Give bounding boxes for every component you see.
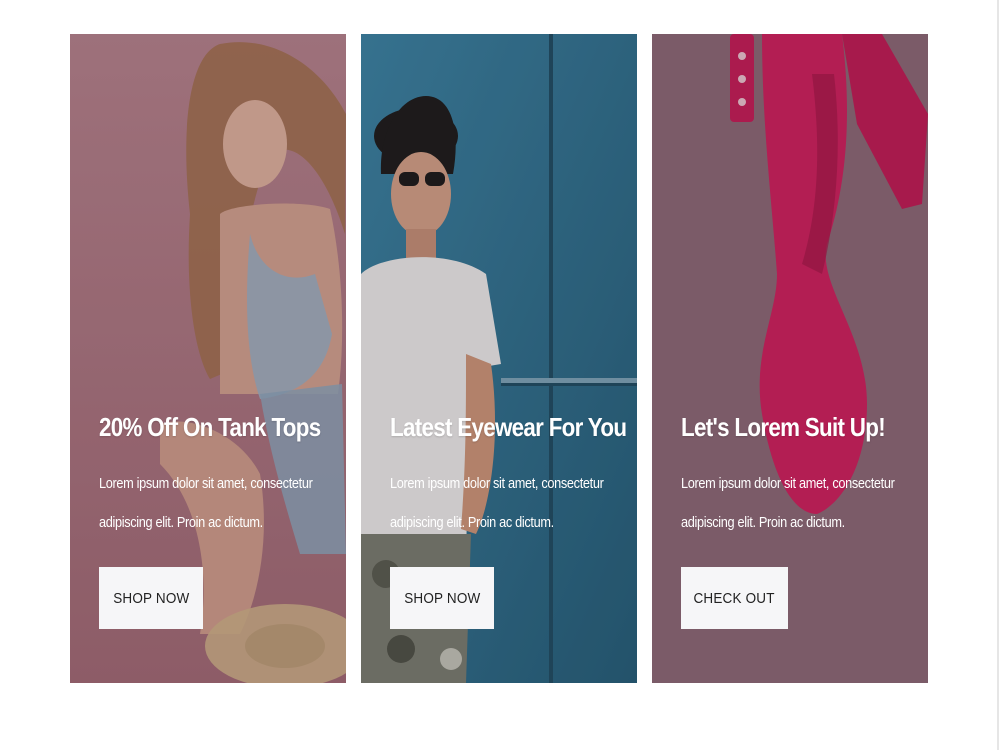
shop-now-button[interactable]: SHOP NOW: [99, 567, 203, 629]
shop-now-button[interactable]: SHOP NOW: [390, 567, 494, 629]
promo-card-eyewear: Latest Eyewear For You Lorem ipsum dolor…: [361, 34, 637, 683]
promo-card-content: Let's Lorem Suit Up! Lorem ipsum dolor s…: [681, 410, 911, 542]
promo-card-title: Latest Eyewear For You: [390, 412, 627, 442]
promo-card-description: Lorem ipsum dolor sit amet, consectetur …: [99, 475, 313, 531]
promo-card-title: Let's Lorem Suit Up!: [681, 412, 886, 442]
promo-card-description: Lorem ipsum dolor sit amet, consectetur …: [681, 475, 895, 531]
promo-card-description: Lorem ipsum dolor sit amet, consectetur …: [390, 475, 604, 531]
page-edge-divider: [997, 0, 999, 750]
promo-section: 20% Off On Tank Tops Lorem ipsum dolor s…: [0, 0, 1000, 750]
promo-card-tank-tops: 20% Off On Tank Tops Lorem ipsum dolor s…: [70, 34, 346, 683]
check-out-button[interactable]: CHECK OUT: [681, 567, 788, 629]
button-label: SHOP NOW: [403, 589, 481, 607]
promo-card-title: 20% Off On Tank Tops: [99, 412, 321, 442]
button-label: CHECK OUT: [693, 589, 776, 607]
promo-card-suit-up: Let's Lorem Suit Up! Lorem ipsum dolor s…: [652, 34, 928, 683]
promo-card-content: Latest Eyewear For You Lorem ipsum dolor…: [390, 410, 627, 542]
promo-card-content: 20% Off On Tank Tops Lorem ipsum dolor s…: [99, 410, 329, 542]
button-label: SHOP NOW: [112, 589, 190, 607]
